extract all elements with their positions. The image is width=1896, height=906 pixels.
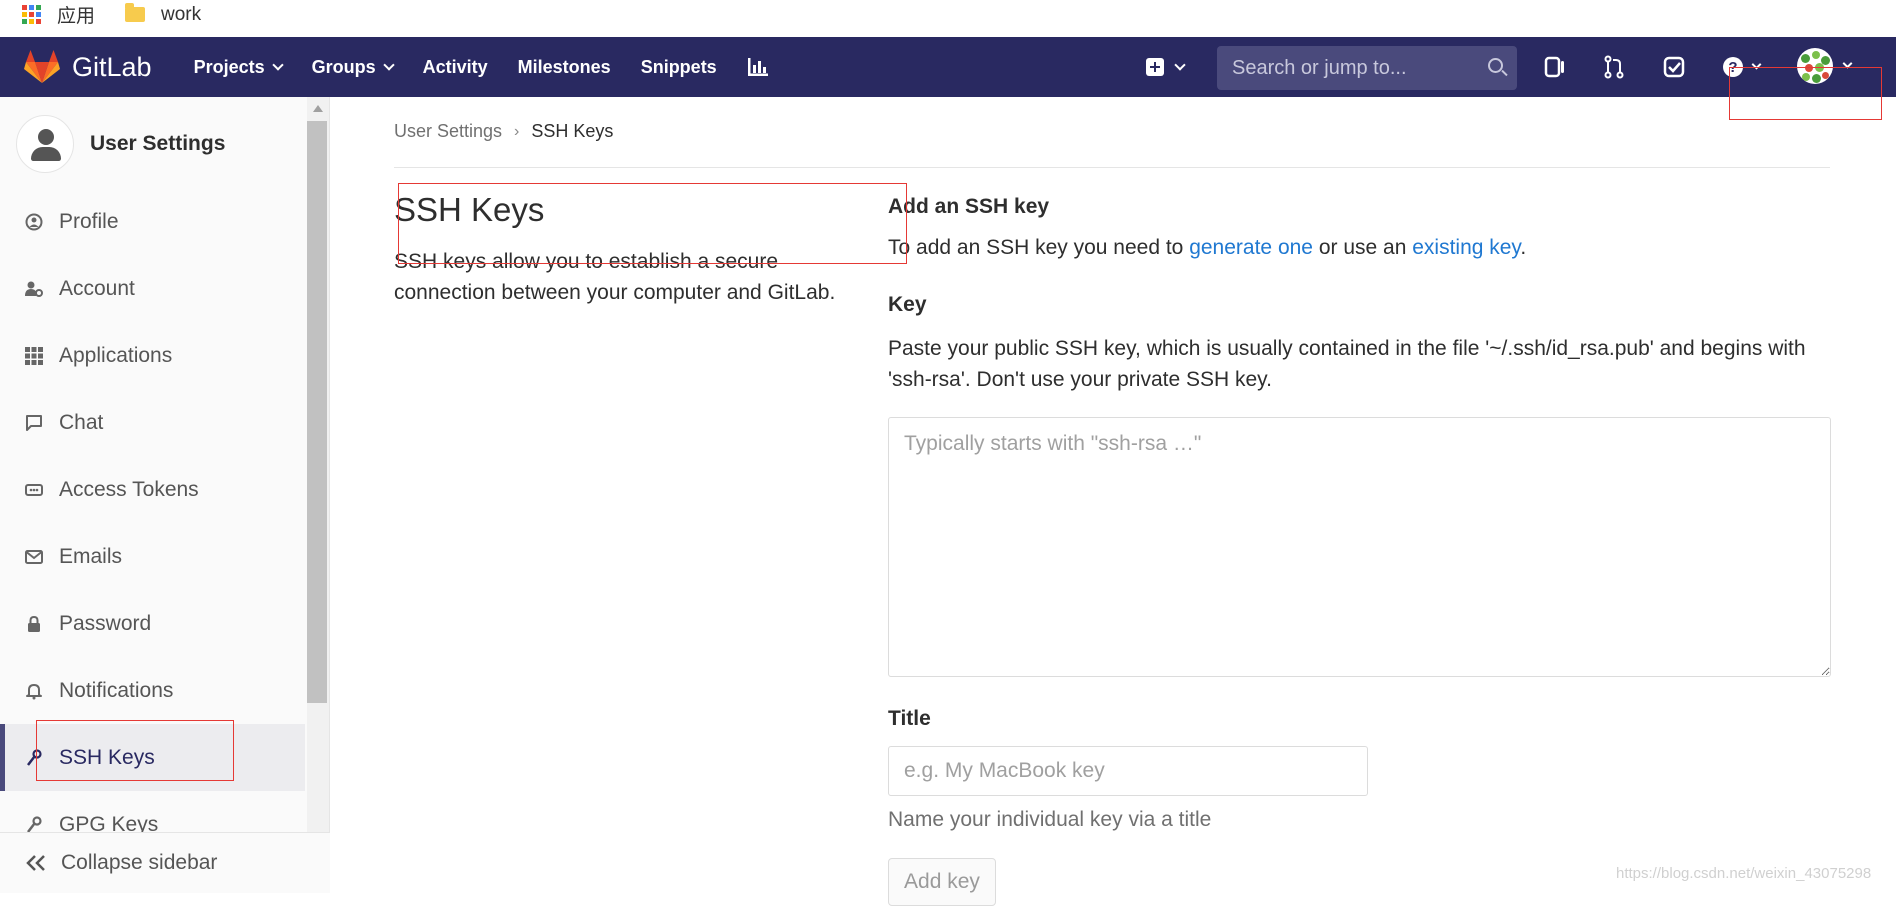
sidebar-item-label: Applications [59, 343, 173, 367]
breadcrumb-parent-link[interactable]: User Settings [394, 121, 502, 142]
nav-groups[interactable]: Groups [311, 56, 395, 78]
chevron-down-icon [382, 58, 395, 71]
password-icon [28, 615, 40, 632]
sidebar-item-profile[interactable]: Profile [0, 188, 305, 255]
new-dropdown[interactable] [1146, 37, 1186, 97]
add-ssh-key-heading: Add an SSH key [888, 195, 1050, 218]
chevron-down-icon [271, 58, 284, 71]
existing-key-link[interactable]: existing key [1412, 236, 1520, 259]
title-label: Title [888, 707, 931, 730]
nav-milestones-label: Milestones [517, 56, 611, 77]
nav-snippets-label: Snippets [640, 56, 717, 77]
nav-snippets[interactable]: Snippets [641, 57, 717, 78]
nav-activity[interactable]: Activity [423, 57, 488, 78]
gitlab-logo[interactable]: GitLab [24, 50, 152, 84]
sidebar-item-label: Access Tokens [59, 477, 199, 501]
sidebar-item-access-tokens[interactable]: Access Tokens [0, 456, 305, 523]
scrollbar-thumb[interactable] [307, 121, 327, 703]
generate-one-link[interactable]: generate one [1189, 236, 1313, 259]
key-label: Key [888, 293, 927, 316]
todos-icon[interactable] [1662, 55, 1686, 79]
gpg-key-icon [27, 815, 42, 833]
nav-milestones[interactable]: Milestones [518, 57, 611, 78]
double-chevron-left-icon [26, 855, 45, 871]
nav-projects-label: Projects [193, 56, 265, 77]
nav-links: Projects Groups Activity Milestones Snip… [194, 57, 769, 78]
collapse-sidebar-label: Collapse sidebar [61, 851, 218, 874]
watermark: https://blog.csdn.net/weixin_43075298 [1616, 865, 1872, 882]
annotation-box [1729, 67, 1882, 120]
key-textarea[interactable] [888, 417, 1831, 677]
sidebar-item-label: Notifications [59, 678, 174, 702]
bookmark-work[interactable]: work [125, 3, 201, 26]
issues-icon[interactable] [1543, 55, 1567, 79]
account-icon [25, 281, 43, 297]
nav-activity-label: Activity [422, 56, 488, 77]
sidebar-scrollbar[interactable] [307, 97, 329, 832]
add-key-button[interactable]: Add key [888, 858, 996, 906]
key-help-text: Paste your public SSH key, which is usua… [888, 337, 1806, 391]
sidebar-item-applications[interactable]: Applications [0, 322, 305, 389]
folder-icon [125, 3, 146, 22]
annotation-box [36, 720, 234, 781]
search-box[interactable] [1217, 46, 1517, 90]
user-avatar-icon [16, 115, 74, 173]
bookmark-work-label: work [161, 3, 202, 25]
breadcrumb: User Settings › SSH Keys [394, 121, 613, 142]
chart-icon[interactable] [747, 57, 769, 77]
intro-text: or use an [1312, 236, 1413, 259]
collapse-sidebar-button[interactable]: Collapse sidebar [0, 832, 330, 893]
apps-grid-icon [22, 5, 41, 24]
chevron-right-icon: › [514, 122, 520, 140]
sidebar-item-label: Profile [59, 209, 119, 233]
bookmark-apps[interactable]: 应用 [22, 5, 95, 28]
emails-icon [25, 549, 43, 564]
intro-text: To add an SSH key you need to [888, 236, 1190, 259]
profile-icon [25, 213, 43, 230]
sidebar-header[interactable]: User Settings [16, 115, 225, 173]
scroll-up-arrow-icon[interactable] [313, 105, 323, 112]
gitlab-tanuki-icon [24, 50, 60, 83]
title-input[interactable] [888, 746, 1368, 796]
nav-projects[interactable]: Projects [193, 56, 284, 78]
chat-icon [26, 414, 42, 431]
intro-text: . [1520, 236, 1527, 259]
sidebar-item-label: Chat [59, 410, 104, 434]
sidebar-item-label: Account [59, 276, 135, 300]
sidebar-item-label: Password [59, 611, 152, 635]
bookmark-apps-label: 应用 [57, 6, 96, 27]
brand-name: GitLab [72, 51, 152, 82]
title-help-text: Name your individual key via a title [888, 808, 1212, 831]
sidebar-item-label: Emails [59, 544, 123, 568]
sidebar-item-notifications[interactable]: Notifications [0, 657, 305, 724]
sidebar-title: User Settings [90, 132, 226, 155]
sidebar-item-password[interactable]: Password [0, 590, 305, 657]
merge-requests-icon[interactable] [1602, 55, 1626, 79]
annotation-box [398, 183, 907, 264]
nav-groups-label: Groups [311, 56, 376, 77]
breadcrumb-current[interactable]: SSH Keys [531, 121, 613, 142]
chevron-down-icon [1174, 58, 1186, 71]
sidebar-item-chat[interactable]: Chat [0, 389, 305, 456]
add-ssh-key-intro: To add an SSH key you need to generate o… [888, 236, 1526, 260]
bookmarks-bar: 应用 work [0, 0, 1896, 37]
divider [394, 167, 1830, 168]
plus-icon [1146, 58, 1164, 76]
access-tokens-icon [25, 483, 43, 496]
search-input[interactable] [1230, 55, 1470, 81]
applications-icon [25, 346, 43, 365]
top-navbar: GitLab Projects Groups Activity Mileston… [0, 37, 1896, 97]
sidebar-item-emails[interactable]: Emails [0, 523, 305, 590]
sidebar-item-account[interactable]: Account [0, 255, 305, 322]
search-icon [1488, 58, 1503, 73]
notifications-icon [26, 683, 42, 699]
